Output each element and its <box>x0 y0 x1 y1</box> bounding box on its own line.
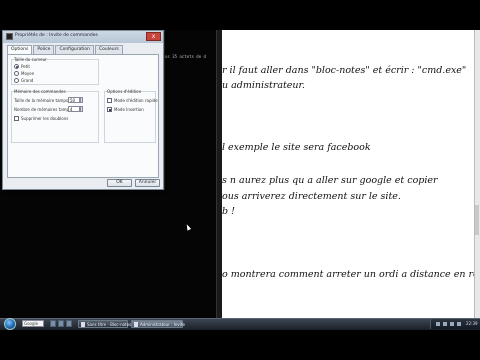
notepad-scrollbar[interactable] <box>474 30 480 318</box>
network-icon[interactable] <box>457 322 461 326</box>
volume-icon[interactable] <box>450 322 454 326</box>
notepad-line-5: ous arriverez directement sur le site. <box>222 191 401 202</box>
screen: os 35 octets de d r il faut aller dans "… <box>0 0 480 360</box>
cursor-small-label: Petit <box>21 64 30 69</box>
console-output-text: os 35 octets de d <box>165 54 206 59</box>
quicklaunch-icon-3[interactable] <box>66 320 72 327</box>
dialog-title-bar[interactable]: Propriétés de : Invite de commandes x <box>3 31 163 43</box>
buffer-size-spinner[interactable] <box>80 97 83 103</box>
options-panel: Taille du curseur Petit Moyen Grand Mémo… <box>7 54 159 178</box>
tab-font[interactable]: Police <box>33 45 55 54</box>
tab-colors[interactable]: Couleurs <box>94 45 123 54</box>
buffer-size-label: Taille de la mémoire tampon : <box>14 98 74 103</box>
notepad-line-4: s n aurez plus qu a aller sur google et … <box>222 175 438 186</box>
close-button[interactable]: x <box>146 32 161 41</box>
notepad-scrollbar-thumb[interactable] <box>475 205 479 235</box>
cmd-icon <box>134 322 138 327</box>
insert-mode-label: Mode Insertion <box>114 107 144 112</box>
taskbar-item-notepad-label: Sans titre - Bloc-notes <box>87 322 132 327</box>
tab-options[interactable]: Options <box>7 45 33 54</box>
taskbar-item-cmd-label: Administrateur : Invite <box>140 322 185 327</box>
notepad-line-6: b ! <box>222 206 235 217</box>
start-button[interactable] <box>4 318 16 330</box>
quickedit-label: Mode d'édition rapide <box>114 98 158 103</box>
dialog-tabs: Options Police Configuration Couleurs <box>7 45 124 54</box>
notepad-line-3: l exemple le site sera facebook <box>222 142 371 153</box>
discard-duplicates-label: Supprimer les doublons <box>21 116 69 121</box>
notepad-line-7: o montrera comment arreter un ordi a dis… <box>222 269 474 280</box>
insert-mode-checkbox[interactable] <box>107 107 112 112</box>
console-properties-dialog: Propriétés de : Invite de commandes x Op… <box>2 30 164 190</box>
quicklaunch-icon-1[interactable] <box>50 320 56 327</box>
cursor-large-radio[interactable] <box>14 78 19 83</box>
command-history-group-title: Mémoire des commandes <box>14 89 66 94</box>
cursor-medium-label: Moyen <box>21 71 35 76</box>
edit-options-group-title: Options d'édition <box>107 89 142 94</box>
notepad-icon <box>81 322 85 327</box>
notepad-text-area[interactable]: r il faut aller dans "bloc-notes" et écr… <box>222 30 474 318</box>
tray-icon-2[interactable] <box>443 322 447 326</box>
cursor-small-radio[interactable] <box>14 64 19 69</box>
cursor-size-group-title: Taille du curseur <box>14 57 47 62</box>
tab-layout[interactable]: Configuration <box>55 45 94 54</box>
notepad-line-2: u administrateur. <box>222 80 306 91</box>
taskbar-search-input[interactable]: Google <box>22 320 44 327</box>
taskbar-item-notepad[interactable]: Sans titre - Bloc-notes <box>78 320 132 328</box>
dialog-title: Propriétés de : Invite de commandes <box>15 33 98 38</box>
tray-icon-1[interactable] <box>436 322 440 326</box>
taskbar <box>0 318 480 330</box>
buffer-count-spinner[interactable] <box>80 106 83 112</box>
clock[interactable]: 22:39 <box>466 321 478 326</box>
buffer-size-input[interactable]: 50 <box>68 97 80 103</box>
quickedit-checkbox[interactable] <box>107 98 112 103</box>
notepad-line-1: r il faut aller dans "bloc-notes" et écr… <box>222 65 467 76</box>
cursor-medium-radio[interactable] <box>14 71 19 76</box>
cancel-button[interactable]: Annuler <box>135 179 160 187</box>
discard-duplicates-checkbox[interactable] <box>14 116 19 121</box>
console-icon <box>6 33 13 40</box>
buffer-count-input[interactable]: 4 <box>68 106 80 112</box>
quicklaunch-icon-2[interactable] <box>58 320 64 327</box>
taskbar-item-cmd[interactable]: Administrateur : Invite <box>131 320 185 328</box>
ok-button[interactable]: OK <box>107 179 132 187</box>
cursor-large-label: Grand <box>21 78 34 83</box>
